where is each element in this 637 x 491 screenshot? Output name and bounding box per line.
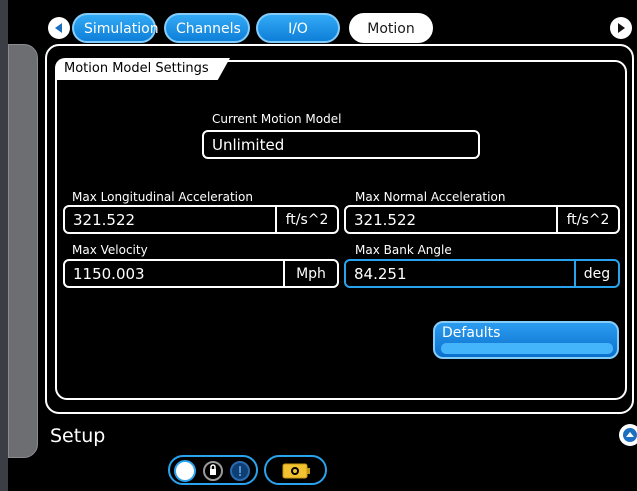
tab-channels-label: Channels: [176, 21, 241, 37]
arrow-right-icon: [618, 23, 625, 33]
defaults-button-highlight: [441, 343, 613, 354]
tab-channels[interactable]: Channels: [164, 13, 250, 43]
circle-toggle-icon[interactable]: [174, 460, 196, 482]
mode-toggle-group: [168, 455, 258, 485]
max-velocity-value: 1150.003: [73, 265, 145, 283]
current-model-field[interactable]: Unlimited: [202, 130, 480, 159]
battery-button[interactable]: [264, 455, 327, 485]
nav-next-button[interactable]: [610, 17, 632, 39]
max-normal-acceleration-value: 321.522: [354, 211, 417, 229]
side-drawer-handle[interactable]: [8, 44, 38, 458]
setup-title: Setup: [50, 425, 106, 447]
current-model-value: Unlimited: [212, 136, 285, 154]
battery-icon: [282, 463, 310, 479]
chevron-up-icon: [623, 428, 637, 442]
left-rail-strip: [0, 0, 8, 491]
max-bank-angle-value: 84.251: [354, 265, 407, 283]
max-longitudinal-acceleration-field[interactable]: 321.522 ft/s^2: [63, 205, 339, 234]
max-bank-angle-field[interactable]: 84.251 deg: [344, 259, 620, 288]
arrow-left-icon: [55, 23, 62, 33]
max-bank-angle-unit: deg: [574, 261, 618, 286]
section-title: Motion Model Settings: [55, 58, 230, 80]
max-longitudinal-acceleration-unit: ft/s^2: [275, 207, 337, 232]
tab-io[interactable]: I/O: [256, 13, 340, 43]
tab-simulation-label: Simulation: [84, 21, 159, 37]
max-longitudinal-acceleration-label: Max Longitudinal Acceleration: [72, 190, 253, 204]
max-normal-acceleration-field[interactable]: 321.522 ft/s^2: [344, 205, 620, 234]
tab-simulation[interactable]: Simulation: [72, 13, 159, 43]
current-model-label: Current Motion Model: [212, 112, 342, 126]
max-bank-angle-label: Max Bank Angle: [355, 243, 452, 257]
tab-motion-label: Motion: [367, 21, 415, 37]
max-normal-acceleration-label: Max Normal Acceleration: [355, 190, 506, 204]
tab-motion[interactable]: Motion: [349, 13, 433, 43]
tab-io-label: I/O: [288, 21, 308, 37]
defaults-button-label: Defaults: [442, 325, 501, 341]
lock-icon[interactable]: [203, 461, 223, 481]
info-icon[interactable]: [230, 461, 250, 481]
collapse-button[interactable]: [619, 424, 637, 446]
max-normal-acceleration-unit: ft/s^2: [556, 207, 618, 232]
nav-prev-button[interactable]: [48, 17, 70, 39]
max-velocity-unit: Mph: [283, 261, 337, 286]
max-velocity-field[interactable]: 1150.003 Mph: [63, 259, 339, 288]
max-longitudinal-acceleration-value: 321.522: [73, 211, 136, 229]
max-velocity-label: Max Velocity: [72, 243, 148, 257]
